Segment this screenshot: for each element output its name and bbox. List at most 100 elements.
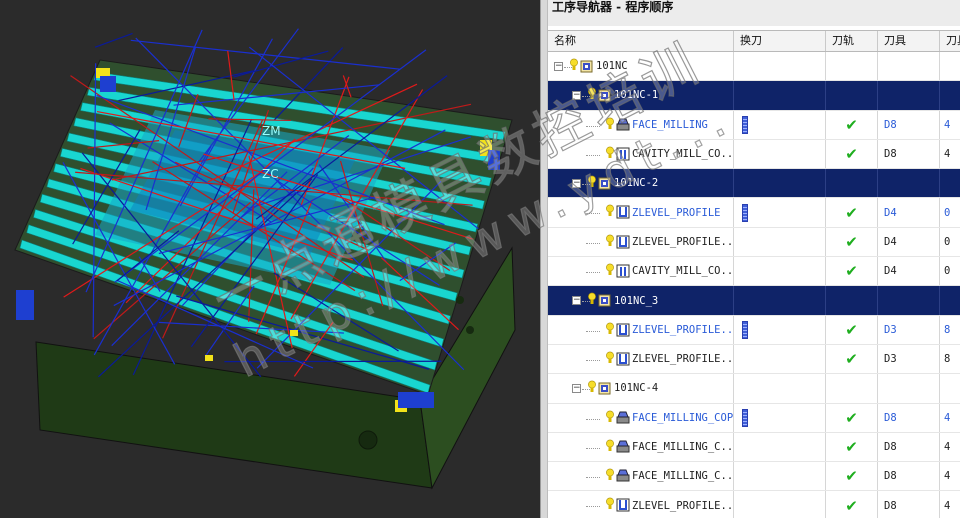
tool-number-cell (940, 286, 960, 314)
tool-cell: D4 (878, 198, 940, 227)
operation-name: CAVITY_MILL_CO... (632, 265, 734, 278)
tool-change-cell (734, 139, 826, 169)
tool-number-cell: 0 (944, 235, 951, 248)
tool-change-cell (734, 374, 826, 403)
navigator-title: 工序导航器 - 程序顺序 (548, 0, 960, 26)
operation-row[interactable]: ZLEVEL_PROFILE... ✔ D3 8 (548, 344, 960, 375)
tool-change-cell (734, 52, 826, 81)
tool-change-icon (742, 320, 748, 339)
collapse-toggle-icon[interactable]: − (572, 296, 581, 306)
operation-row[interactable]: FACE_MILLING_C... ✔ D8 4 (548, 432, 960, 463)
name-cell: ZLEVEL_PROFILE... (548, 227, 734, 257)
tool-number-cell (940, 169, 960, 197)
tool-change-cell (734, 403, 826, 432)
tool-cell (878, 52, 940, 81)
tool-change-cell (734, 344, 826, 374)
operation-name: ZLEVEL_PROFILE... (632, 353, 734, 366)
toolpath-cell: ✔ (826, 227, 878, 257)
toolpath-cell (826, 81, 878, 110)
pane-splitter[interactable] (540, 0, 548, 518)
tool-change-cell (734, 462, 826, 491)
zc-axis-label: ZC (262, 167, 279, 181)
toolpath-cell: ✔ (826, 110, 878, 139)
collapse-toggle-icon[interactable]: − (572, 179, 581, 189)
tool-change-cell (734, 227, 826, 257)
tool-number-cell: 4 (944, 499, 951, 512)
collapse-toggle-icon[interactable]: − (554, 62, 563, 71)
tool-change-cell (734, 257, 826, 286)
operation-row[interactable]: CAVITY_MILL_CO... ✔ D8 4 (548, 139, 960, 170)
operation-tree: −101NC −101NC-1 FACE_MILLING ✔ D8 4 CAVITY_MIL… (548, 52, 960, 518)
program-group-row[interactable]: − 101NC-4 (548, 374, 960, 404)
checkmark-icon: ✔ (845, 145, 858, 164)
program-group-row[interactable]: − 101NC (548, 52, 960, 82)
name-cell: FACE_MILLING_C... (548, 432, 734, 462)
operation-row[interactable]: FACE_MILLING ✔ D8 4 (548, 110, 960, 140)
operation-row[interactable]: FACE_MILLING_COPY ✔ D8 4 (548, 403, 960, 433)
operation-row[interactable]: CAVITY_MILL_CO... ✔ D4 0 (548, 257, 960, 287)
operation-name: 101NC-1 (614, 89, 659, 102)
tool-number-cell: 4 (944, 441, 951, 453)
toolpath-line (130, 39, 401, 70)
name-cell: FACE_MILLING_COPY (548, 403, 734, 432)
checkmark-icon: ✔ (845, 350, 858, 369)
tool-number-cell: 4 (944, 470, 951, 483)
collapse-toggle-icon[interactable]: − (572, 91, 581, 101)
operation-name: FACE_MILLING_C... (632, 470, 734, 483)
toolpath-cell: ✔ (826, 491, 878, 518)
tool-change-icon (742, 408, 748, 427)
operation-name: FACE_MILLING (632, 118, 708, 131)
toolpath-cell: ✔ (826, 257, 878, 286)
zm-axis-label: ZM (262, 124, 281, 138)
column-tool-change-header[interactable]: 换刀 (734, 31, 826, 51)
tool-number-cell (940, 81, 960, 109)
operation-name: 101NC-2 (614, 177, 659, 190)
tool-cell: D8 (878, 403, 940, 432)
tool-cell (878, 286, 940, 315)
tool-cell (878, 169, 940, 198)
program-group-row[interactable]: − 101NC_3 (548, 286, 960, 316)
column-name-header[interactable]: 名称 (548, 31, 734, 51)
name-cell: − 101NC-1 (548, 81, 734, 110)
toolpath-cell (826, 52, 878, 81)
tool-cell (878, 374, 940, 403)
column-tool-header[interactable]: 刀具 (878, 31, 940, 51)
tool-cell: D3 (878, 315, 940, 344)
operation-name: ZLEVEL_PROFILE... (632, 499, 734, 512)
tool-change-cell (734, 81, 826, 110)
tool-change-cell (734, 110, 826, 139)
checkmark-icon: ✔ (845, 496, 858, 515)
toolpath-cell (826, 169, 878, 198)
tool-change-cell (734, 491, 826, 518)
name-cell: ZLEVEL_PROFILE... (548, 491, 734, 518)
cam-3d-viewport[interactable]: ZM ZC (0, 0, 540, 518)
operation-row[interactable]: FACE_MILLING_C... ✔ D8 4 (548, 462, 960, 492)
tool-cell: D8 (878, 462, 940, 491)
tool-change-cell (734, 169, 826, 198)
tool-cell: D4 (878, 257, 940, 286)
operation-row[interactable]: ZLEVEL_PROFILE ✔ D4 0 (548, 198, 960, 228)
checkmark-icon: ✔ (845, 203, 858, 222)
operation-row[interactable]: ZLEVEL_PROFILE... ✔ D4 0 (548, 227, 960, 258)
name-cell: FACE_MILLING_C... (548, 462, 734, 491)
name-cell: − 101NC-2 (548, 169, 734, 198)
tool-number-cell: 4 (944, 118, 951, 131)
operation-row[interactable]: ZLEVEL_PROFILE... ✔ D3 8 (548, 315, 960, 345)
collapse-toggle-icon[interactable]: − (572, 384, 581, 394)
column-tool-number-header[interactable]: 刀具 (940, 31, 960, 51)
tool-number-cell (940, 374, 960, 402)
operation-name: 101NC-4 (614, 382, 659, 395)
tool-cell: D4 (878, 227, 940, 257)
toolpath-cell (826, 374, 878, 403)
column-toolpath-header[interactable]: 刀轨 (826, 31, 878, 51)
program-group-row[interactable]: − 101NC-2 (548, 169, 960, 199)
checkmark-icon: ✔ (845, 320, 858, 339)
program-group-row[interactable]: − 101NC-1 (548, 81, 960, 111)
operation-row[interactable]: ZLEVEL_PROFILE... ✔ D8 4 (548, 491, 960, 518)
toolpath-cell (826, 286, 878, 315)
name-cell: CAVITY_MILL_CO... (548, 257, 734, 286)
tool-number-cell: 8 (944, 323, 951, 336)
tool-change-cell (734, 432, 826, 462)
toolpath-cell: ✔ (826, 198, 878, 227)
toolpath-line (94, 32, 133, 48)
